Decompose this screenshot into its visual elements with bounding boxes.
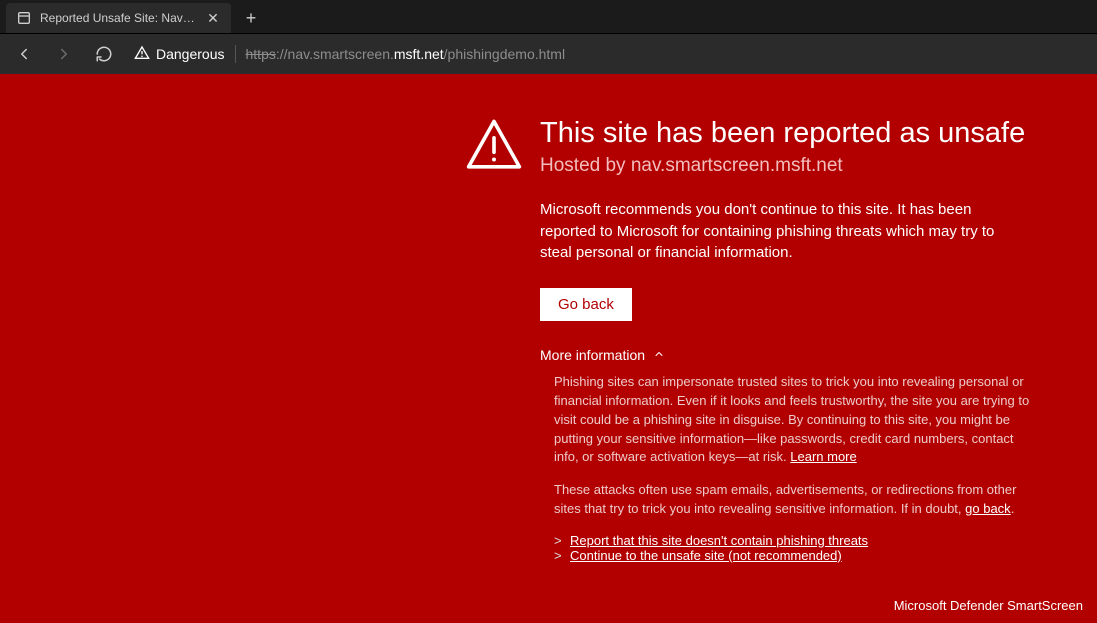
go-back-link[interactable]: go back: [965, 501, 1011, 516]
warning-content: This site has been reported as unsafe Ho…: [540, 116, 1060, 563]
page-favicon-icon: [16, 10, 32, 26]
hosted-by-text: Hosted by nav.smartscreen.msft.net: [540, 155, 1060, 177]
more-information-body: Phishing sites can impersonate trusted s…: [540, 373, 1030, 519]
address-bar[interactable]: Dangerous https://nav.smartscreen.msft.n…: [130, 39, 1087, 69]
browser-tab[interactable]: Reported Unsafe Site: Navigation ✕: [6, 3, 231, 33]
footer-brand-text: Microsoft Defender SmartScreen: [894, 598, 1083, 613]
learn-more-link[interactable]: Learn more: [790, 449, 856, 464]
list-item: Continue to the unsafe site (not recomme…: [554, 548, 1060, 563]
refresh-button[interactable]: [90, 40, 118, 68]
security-badge-label: Dangerous: [156, 46, 225, 62]
more-information-label: More information: [540, 347, 645, 363]
separator: [235, 45, 236, 63]
warning-triangle-icon: [134, 45, 150, 64]
host-sub-text: nav.smartscreen.: [288, 46, 394, 62]
go-back-button[interactable]: Go back: [540, 288, 632, 321]
path-text: /phishingdemo.html: [444, 46, 565, 62]
report-safe-link[interactable]: Report that this site doesn't contain ph…: [570, 533, 868, 548]
site-security-badge[interactable]: Dangerous: [134, 45, 225, 64]
warning-heading: This site has been reported as unsafe: [540, 116, 1060, 151]
more-information-toggle[interactable]: More information: [540, 347, 1060, 363]
new-tab-button[interactable]: +: [237, 4, 265, 32]
back-button[interactable]: [10, 40, 38, 68]
more-info-paragraph-2: These attacks often use spam emails, adv…: [554, 481, 1030, 519]
host-main-text: msft.net: [394, 46, 444, 62]
more-info-paragraph-1: Phishing sites can impersonate trusted s…: [554, 373, 1030, 467]
smartscreen-warning-page: This site has been reported as unsafe Ho…: [0, 74, 1097, 623]
warning-description: Microsoft recommends you don't continue …: [540, 199, 1010, 264]
warning-triangle-icon: [465, 116, 523, 174]
forward-button[interactable]: [50, 40, 78, 68]
toolbar: Dangerous https://nav.smartscreen.msft.n…: [0, 34, 1097, 74]
list-item: Report that this site doesn't contain ph…: [554, 533, 1060, 548]
browser-chrome: Reported Unsafe Site: Navigation ✕ + Dan…: [0, 0, 1097, 74]
action-links: Report that this site doesn't contain ph…: [540, 533, 1060, 563]
close-tab-icon[interactable]: ✕: [205, 10, 221, 26]
tab-title: Reported Unsafe Site: Navigation: [40, 11, 197, 25]
url-display: https://nav.smartscreen.msft.net/phishin…: [246, 46, 566, 62]
continue-unsafe-link[interactable]: Continue to the unsafe site (not recomme…: [570, 548, 842, 563]
chevron-up-icon: [653, 347, 665, 363]
tab-strip: Reported Unsafe Site: Navigation ✕ +: [0, 0, 1097, 34]
scheme-text: https: [246, 46, 276, 62]
